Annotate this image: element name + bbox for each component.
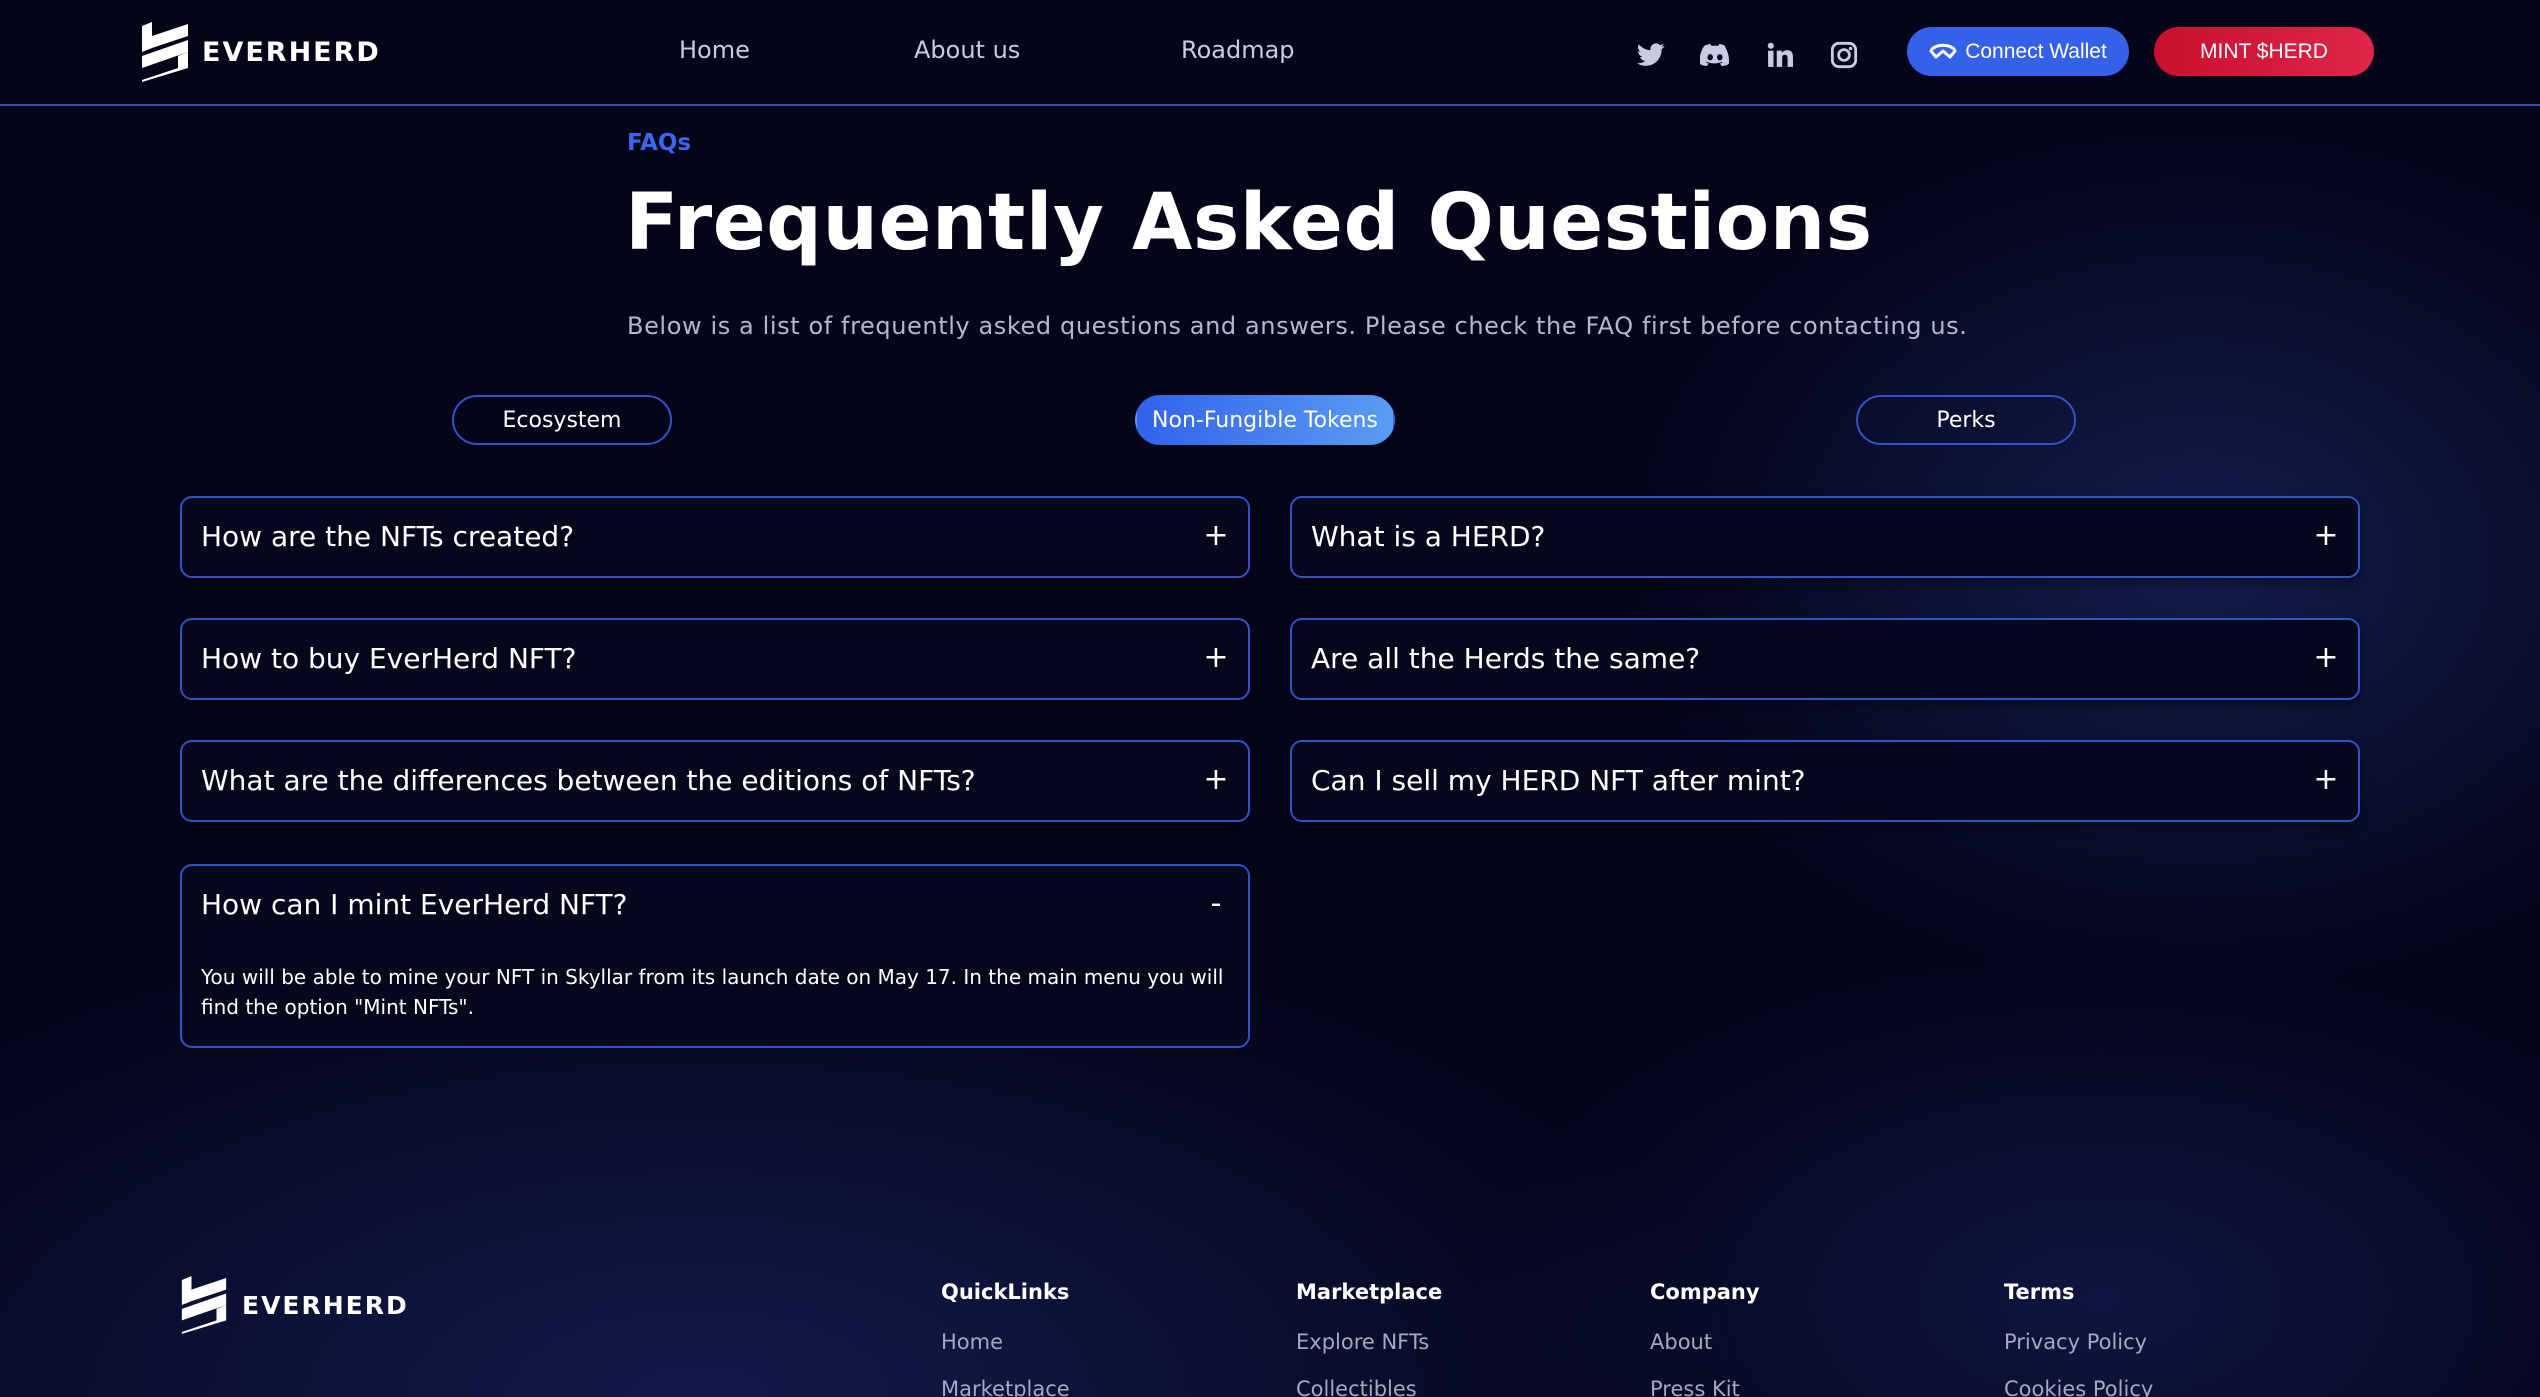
faq-item-editions-differences[interactable]: What are the differences between the edi… (180, 740, 1250, 822)
footer-link-marketplace[interactable]: Marketplace (941, 1377, 1070, 1397)
tab-perks[interactable]: Perks (1856, 395, 2076, 445)
mint-herd-label: MINT $HERD (2200, 39, 2328, 63)
wallet-connect-icon (1929, 43, 1957, 58)
tab-non-fungible-tokens[interactable]: Non-Fungible Tokens (1135, 395, 1395, 445)
twitter-icon[interactable] (1634, 38, 1668, 72)
footer-col-title: Company (1650, 1280, 1760, 1304)
page-title: Frequently Asked Questions (625, 178, 1873, 268)
mint-herd-button[interactable]: MINT $HERD (2154, 27, 2374, 76)
footer-col-title: Terms (2004, 1280, 2075, 1304)
connect-wallet-label: Connect Wallet (1965, 39, 2107, 63)
faq-question: Are all the Herds the same? (1311, 642, 1701, 675)
footer-link-explore-nfts[interactable]: Explore NFTs (1296, 1330, 1442, 1354)
footer-link-privacy-policy[interactable]: Privacy Policy (2004, 1330, 2153, 1354)
footer-link-collectibles[interactable]: Collectibles (1296, 1377, 1442, 1397)
footer-col-title: QuickLinks (941, 1280, 1070, 1304)
faq-question: What are the differences between the edi… (201, 764, 976, 797)
nav-roadmap[interactable]: Roadmap (1181, 36, 1295, 64)
top-navbar: EVERHERD Home About us Roadmap Connect W… (0, 0, 2540, 106)
everherd-logo-icon (142, 22, 188, 82)
faq-item-mint-nft[interactable]: How can I mint EverHerd NFT? - (180, 864, 1250, 946)
faq-answer-line: You will be able to mine your NFT in Sky… (201, 965, 1224, 989)
page-subtitle: Below is a list of frequently asked ques… (627, 312, 1968, 340)
faq-eyebrow: FAQs (627, 130, 692, 156)
faq-answer-mint-nft: You will be able to mine your NFT in Sky… (180, 940, 1250, 1048)
faq-question: Can I sell my HERD NFT after mint? (1311, 764, 1806, 797)
expand-icon[interactable]: + (2312, 640, 2340, 675)
faq-question: What is a HERD? (1311, 520, 1546, 553)
expand-icon[interactable]: + (1202, 640, 1230, 675)
tab-ecosystem[interactable]: Ecosystem (452, 395, 672, 445)
instagram-icon[interactable] (1827, 38, 1861, 72)
footer-col-terms: Terms Privacy Policy Cookies Policy (2004, 1280, 2153, 1397)
footer-link-home[interactable]: Home (941, 1330, 1070, 1354)
expand-icon[interactable]: + (1202, 518, 1230, 553)
brand-name: EVERHERD (202, 36, 381, 68)
faq-question: How are the NFTs created? (201, 520, 575, 553)
nav-home[interactable]: Home (679, 36, 750, 64)
faq-item-sell-after-mint[interactable]: Can I sell my HERD NFT after mint? + (1290, 740, 2360, 822)
faq-item-what-is-herd[interactable]: What is a HERD? + (1290, 496, 2360, 578)
footer-link-cookies-policy[interactable]: Cookies Policy (2004, 1377, 2153, 1397)
faq-item-herds-same[interactable]: Are all the Herds the same? + (1290, 618, 2360, 700)
footer-link-press-kit[interactable]: Press Kit (1650, 1377, 1760, 1397)
faq-answer-line: find the option "Mint NFTs". (201, 995, 474, 1019)
everherd-logo-icon (181, 1276, 227, 1334)
brand-logo[interactable]: EVERHERD (138, 22, 381, 82)
footer-col-company: Company About Press Kit (1650, 1280, 1760, 1397)
footer-col-title: Marketplace (1296, 1280, 1443, 1304)
connect-wallet-button[interactable]: Connect Wallet (1907, 27, 2129, 76)
faq-item-nfts-created[interactable]: How are the NFTs created? + (180, 496, 1250, 578)
faq-question: How to buy EverHerd NFT? (201, 642, 577, 675)
faq-item-buy-nft[interactable]: How to buy EverHerd NFT? + (180, 618, 1250, 700)
footer-col-quicklinks: QuickLinks Home Marketplace (941, 1280, 1070, 1397)
faq-question: How can I mint EverHerd NFT? (201, 888, 628, 921)
nav-about-us[interactable]: About us (914, 36, 1020, 64)
footer-link-about[interactable]: About (1650, 1330, 1760, 1354)
collapse-icon[interactable]: - (1202, 886, 1230, 921)
page: EVERHERD Home About us Roadmap Connect W… (0, 0, 2540, 1397)
expand-icon[interactable]: + (2312, 762, 2340, 797)
linkedin-icon[interactable] (1763, 38, 1797, 72)
footer-logo[interactable]: EVERHERD (178, 1276, 409, 1334)
footer-brand-name: EVERHERD (242, 1290, 409, 1320)
expand-icon[interactable]: + (2312, 518, 2340, 553)
footer-col-marketplace: Marketplace Explore NFTs Collectibles (1296, 1280, 1442, 1397)
discord-icon[interactable] (1698, 38, 1732, 72)
expand-icon[interactable]: + (1202, 762, 1230, 797)
